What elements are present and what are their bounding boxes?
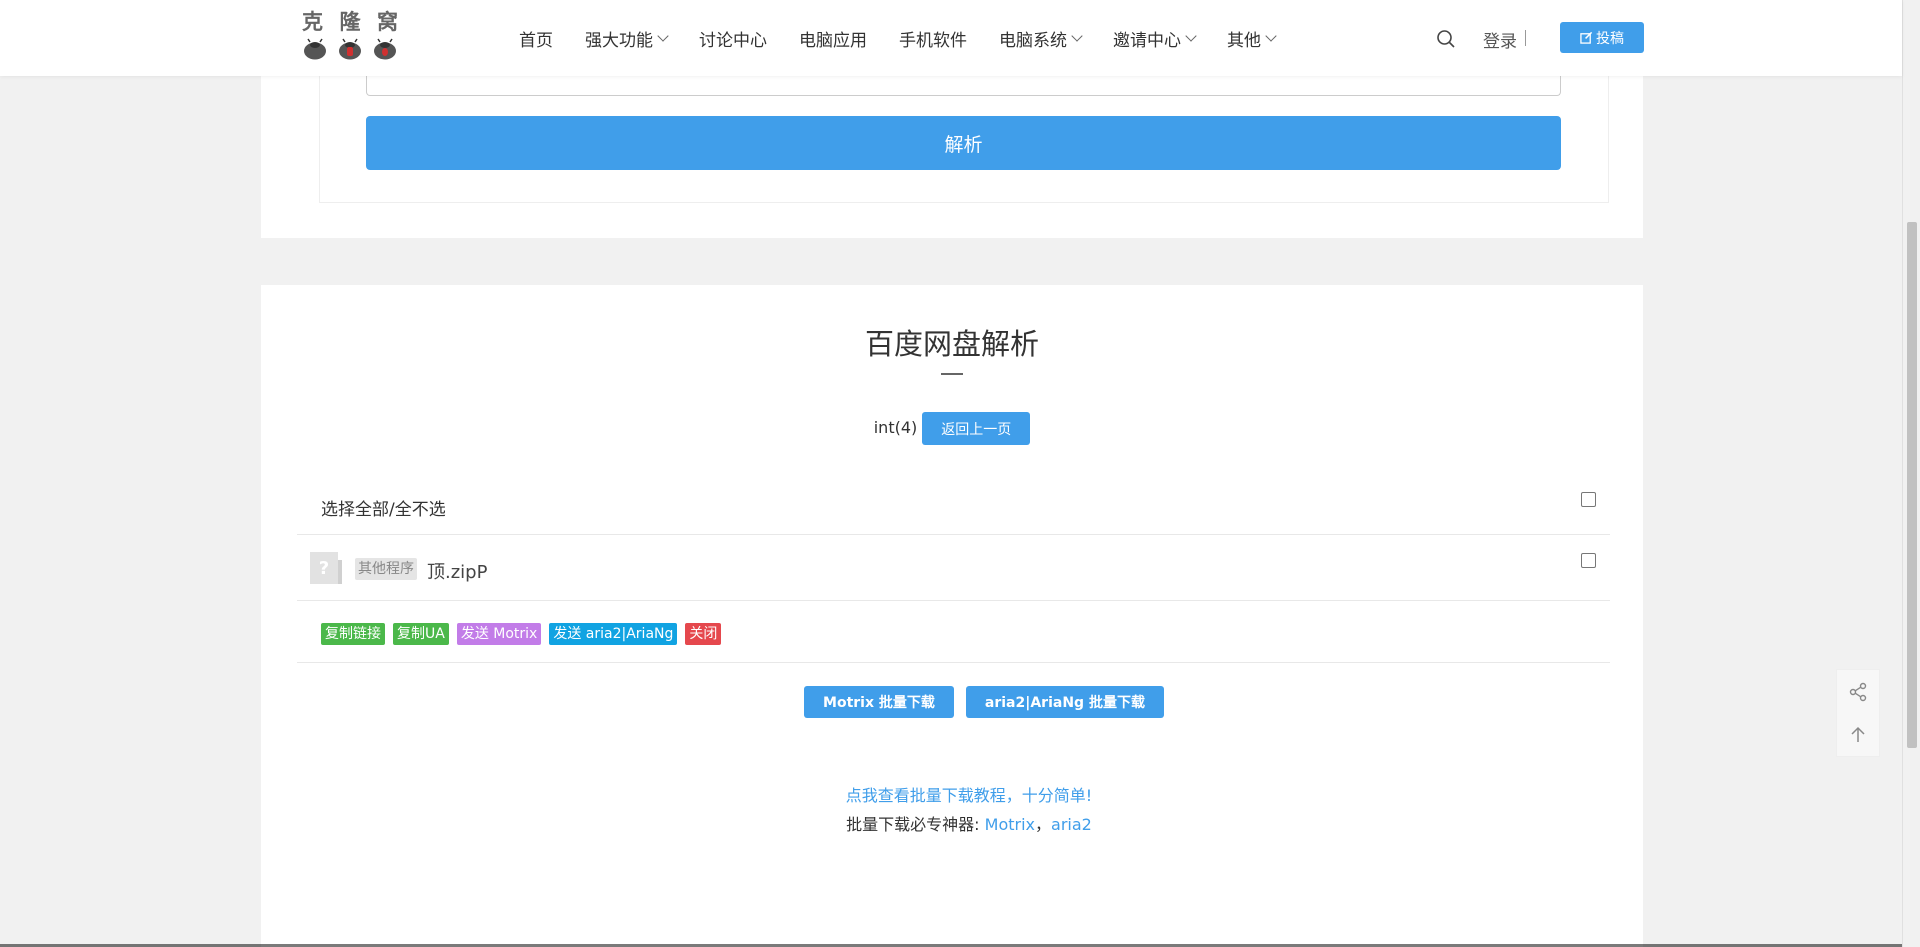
login-link[interactable]: 登录	[1483, 27, 1517, 52]
send-motrix-button[interactable]: 发送 Motrix	[456, 623, 542, 645]
back-button[interactable]: 返回上一页	[922, 412, 1031, 445]
action-tags: 复制链接 复制UA 发送 Motrix 发送 aria2|AriaNg 关闭	[321, 623, 729, 645]
nav-label: 其他	[1227, 30, 1261, 51]
aria2-link[interactable]: aria2	[1051, 815, 1092, 834]
nav-label: 首页	[519, 30, 553, 51]
nav-label: 电脑系统	[999, 30, 1067, 51]
nav-pc-systems[interactable]: 电脑系统	[999, 26, 1083, 51]
send-aria2-button[interactable]: 发送 aria2|AriaNg	[549, 623, 678, 645]
chevron-down-icon	[1265, 30, 1277, 42]
nav-label: 邀请中心	[1113, 30, 1181, 51]
select-all-label: 选择全部/全不选	[321, 500, 446, 520]
divider	[1525, 30, 1526, 46]
nav-label: 强大功能	[585, 30, 653, 51]
post-button-label: 投稿	[1596, 30, 1624, 47]
site-logo[interactable]: 克 隆 窝	[302, 10, 402, 66]
aria2-batch-download-button[interactable]: aria2|AriaNg 批量下载	[965, 686, 1164, 718]
share-icon	[1849, 682, 1867, 701]
nav-mobile-apps[interactable]: 手机软件	[899, 26, 967, 51]
file-row: ? 其他程序 顶.zipP	[297, 535, 1610, 601]
main-nav: 首页 强大功能 讨论中心 电脑应用 手机软件 电脑系统 邀请中心 其他	[519, 0, 1307, 76]
logo-char-3: 窝	[377, 9, 398, 34]
result-card: 百度网盘解析 int(4) 返回上一页 选择全部/全不选 ? 其他程序 顶.zi…	[261, 285, 1643, 947]
logo-char-2: 隆	[339, 9, 361, 34]
share-button[interactable]	[1837, 670, 1879, 713]
back-to-top-button[interactable]	[1837, 713, 1879, 756]
bug-icon	[337, 38, 363, 60]
file-type-tag: 其他程序	[355, 558, 417, 580]
nav-invite[interactable]: 邀请中心	[1113, 26, 1197, 51]
edit-icon	[1580, 31, 1593, 44]
motrix-link[interactable]: Motrix	[985, 815, 1035, 834]
nav-other[interactable]: 其他	[1227, 26, 1277, 51]
copy-ua-button[interactable]: 复制UA	[393, 623, 449, 645]
parse-button[interactable]: 解析	[366, 116, 1561, 170]
select-all-row: 选择全部/全不选	[297, 475, 1610, 535]
bug-icon	[372, 38, 398, 60]
site-header: 克 隆 窝 首页 强大功能 讨论中心 电脑应用 手机软件 电脑系统 邀请中心 其…	[0, 0, 1902, 76]
nav-label: 讨论中心	[699, 30, 767, 51]
post-button[interactable]: 投稿	[1560, 22, 1644, 53]
nav-features[interactable]: 强大功能	[585, 26, 669, 51]
batch-download-row: Motrix 批量下载 aria2|AriaNg 批量下载	[261, 686, 1643, 718]
unknown-file-icon: ?	[310, 552, 342, 586]
tutorial-link[interactable]: 点我查看批量下载教程，十分简单!	[261, 782, 1643, 806]
chevron-down-icon	[1185, 30, 1197, 42]
copy-link-button[interactable]: 复制链接	[321, 623, 385, 645]
nav-home[interactable]: 首页	[519, 26, 553, 51]
nav-pc-apps[interactable]: 电脑应用	[799, 26, 867, 51]
tools-label: 批量下载必专神器:	[846, 815, 985, 834]
logo-char-1: 克	[302, 9, 323, 34]
tools-separator: ，	[1035, 815, 1052, 834]
bug-icon	[302, 38, 328, 60]
chevron-down-icon	[657, 30, 669, 42]
title-underline	[941, 373, 963, 375]
close-button[interactable]: 关闭	[685, 623, 722, 645]
floating-toolbar	[1836, 669, 1880, 757]
page-title: 百度网盘解析	[864, 327, 1039, 361]
status-text: int(4)	[873, 418, 918, 437]
file-actions-row: 复制链接 复制UA 发送 Motrix 发送 aria2|AriaNg 关闭	[297, 601, 1610, 663]
status-row: int(4) 返回上一页	[261, 412, 1643, 445]
nav-label: 电脑应用	[799, 30, 867, 51]
logo-text: 克 隆 窝	[302, 10, 398, 34]
page-scrollbar[interactable]	[1902, 0, 1920, 947]
select-all-checkbox[interactable]	[1581, 492, 1596, 507]
nav-label: 手机软件	[899, 30, 967, 51]
nav-discussion[interactable]: 讨论中心	[699, 26, 767, 51]
svg-text:?: ?	[319, 558, 329, 579]
arrow-up-icon	[1851, 726, 1865, 742]
tools-line: 批量下载必专神器: Motrix，aria2	[261, 811, 1643, 835]
search-icon[interactable]	[1436, 29, 1456, 49]
file-checkbox[interactable]	[1581, 553, 1596, 568]
motrix-batch-download-button[interactable]: Motrix 批量下载	[804, 686, 954, 718]
scrollbar-thumb[interactable]	[1907, 222, 1917, 748]
file-name[interactable]: 顶.zipP	[427, 558, 487, 584]
logo-bugs	[302, 38, 398, 60]
chevron-down-icon	[1071, 30, 1083, 42]
